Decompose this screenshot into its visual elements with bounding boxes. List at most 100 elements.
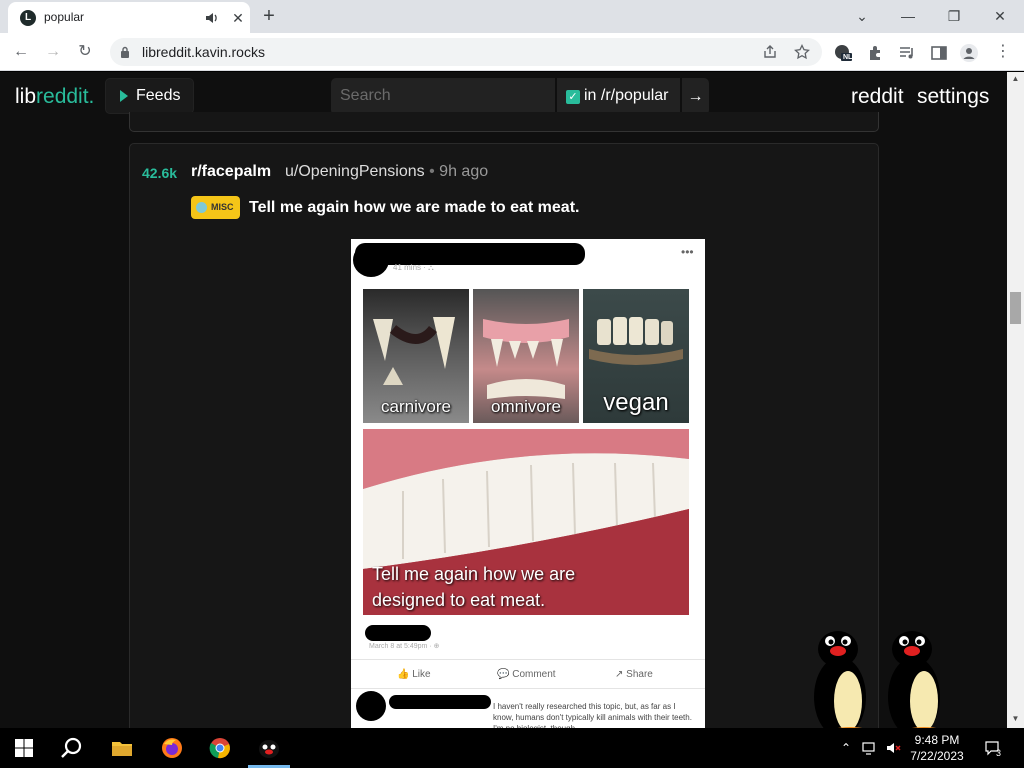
caption-line-2: designed to eat meat. [372,590,546,610]
clock-date: 7/22/2023 [910,749,964,763]
flair-text: MISC [211,202,234,212]
omnivore-teeth-image: omnivore [473,289,579,423]
pingu-app-icon[interactable] [257,736,281,760]
search-submit-button[interactable]: → [682,78,709,115]
post-card: 42.6k r/facepalm u/OpeningPensions • 9h … [129,143,879,728]
browser-toolbar: ← → ↻ libreddit.kavin.rocks NL ⋮ [0,33,1024,71]
side-panel-icon[interactable] [930,44,948,62]
search-placeholder: Search [340,87,391,104]
page-viewport: libreddit. Feeds Search ✓ in /r/popular … [0,72,1007,728]
file-explorer-icon[interactable] [110,736,134,760]
vegan-teeth-image: vegan [583,289,689,423]
tray-overflow-icon[interactable]: ⌃ [838,740,854,756]
window-close-icon[interactable]: ✕ [990,6,1010,26]
checkbox-checked-icon[interactable]: ✓ [566,90,580,104]
network-icon[interactable] [862,740,878,756]
tab-title: popular [44,10,85,24]
libreddit-favicon-icon: L [20,10,36,26]
audio-playing-icon[interactable] [204,10,220,26]
search-icon[interactable] [60,736,84,760]
vpn-badge: NL [843,54,853,61]
tab-close-icon[interactable]: ✕ [230,10,246,26]
fb-comment-label: Comment [512,669,556,680]
browser-tab[interactable]: L popular ✕ [8,2,250,33]
flair-globe-icon [196,202,207,213]
nav-link-reddit[interactable]: reddit [851,85,904,109]
post-age: 9h ago [439,163,489,180]
post-flair[interactable]: MISC [191,196,240,219]
share-icon[interactable] [762,44,778,60]
url-text: libreddit.kavin.rocks [142,44,265,60]
more-options-icon: ••• [681,245,694,259]
fb-post-date: March 8 at 5:49pm · ⊕ [369,643,440,650]
scroll-up-icon[interactable]: ▲ [1011,74,1020,83]
caption-line-1: Tell me again how we are [372,564,576,584]
redacted-avatar [353,243,389,277]
carnivore-teeth-image: carnivore [363,289,469,423]
human-teeth-caption: Tell me again how we are designed to eat… [372,561,575,613]
chrome-icon[interactable] [208,736,232,760]
restore-icon[interactable]: ❐ [944,6,964,26]
notification-count: 3 [996,748,1002,758]
byline-separator: • [429,163,435,180]
profile-avatar-icon[interactable] [960,44,978,62]
fb-like-action: 👍 Like [397,669,431,680]
restrict-subreddit-toggle[interactable]: ✓ in /r/popular [557,78,680,115]
extensions-icon[interactable] [866,44,884,62]
fb-post-meta: 41 mins · ⛬ [393,263,434,272]
fb-share-label: Share [626,669,653,680]
restrict-label: in /r/popular [584,87,669,104]
feeds-button[interactable]: Feeds [105,78,194,114]
previous-post-card [129,112,879,132]
back-icon[interactable]: ← [10,41,32,63]
browser-menu-icon[interactable]: ⋮ [992,41,1014,63]
pingu-penguin-icon[interactable] [810,627,880,728]
post-score: 42.6k [142,165,178,181]
libreddit-logo[interactable]: libreddit. [15,85,94,109]
system-clock[interactable]: 9:48 PM 7/22/2023 [906,732,968,764]
windows-taskbar: ⌃ 9:48 PM 7/22/2023 3 [0,728,1024,768]
nav-link-settings[interactable]: settings [917,85,989,109]
scroll-down-icon[interactable]: ▼ [1011,714,1020,723]
fb-comment-text: I haven't really researched this topic, … [493,702,692,728]
feeds-label: Feeds [136,87,181,104]
logo-accent: reddit. [36,85,95,108]
scrollbar-thumb[interactable] [1010,292,1021,324]
cell-label-omnivore: omnivore [491,397,561,416]
volume-muted-icon[interactable] [886,740,902,756]
new-tab-icon[interactable]: + [258,6,280,28]
pingu-penguin-icon[interactable] [884,627,954,728]
forward-icon[interactable]: → [42,41,64,63]
clock-time: 9:48 PM [914,733,960,747]
logo-prefix: lib [15,85,37,108]
play-triangle-icon [120,90,128,102]
minimize-icon[interactable]: — [898,6,918,26]
search-input[interactable]: Search [331,78,555,115]
browser-tab-bar: L popular ✕ + ⌄ — ❐ ✕ [0,0,1024,33]
media-control-icon[interactable] [898,44,916,62]
page-scrollbar[interactable]: ▲ ▼ [1007,72,1024,728]
fb-comment-action: 💬 Comment [497,669,556,680]
windows-start-icon[interactable] [12,736,36,760]
address-bar[interactable]: libreddit.kavin.rocks [110,38,822,66]
cell-label-carnivore: carnivore [381,397,451,416]
reload-icon[interactable]: ↻ [74,41,96,63]
subreddit-link[interactable]: r/facepalm [191,163,271,181]
commenter-avatar [356,691,386,721]
author-link[interactable]: u/OpeningPensions [285,163,425,180]
fb-share-action: ↗ Share [615,669,653,680]
fb-action-row: 👍 Like 💬 Comment ↗ Share [351,659,705,689]
redacted-commenter-name [389,695,491,709]
bookmark-star-icon[interactable] [794,44,810,60]
human-teeth-image: Tell me again how we are designed to eat… [363,429,689,615]
post-title[interactable]: Tell me again how we are made to eat mea… [249,199,579,217]
fb-like-label: Like [412,669,431,680]
redacted-name-bar [355,243,585,265]
lock-icon [121,46,129,58]
cell-label-vegan: vegan [603,389,669,416]
tab-search-icon[interactable]: ⌄ [852,6,872,26]
firefox-icon[interactable] [160,736,184,760]
redacted-name-small [365,625,431,641]
post-byline: u/OpeningPensions • 9h ago [285,163,488,181]
post-image[interactable]: 41 mins · ⛬ ••• carnivore omnivore vegan… [351,239,705,728]
